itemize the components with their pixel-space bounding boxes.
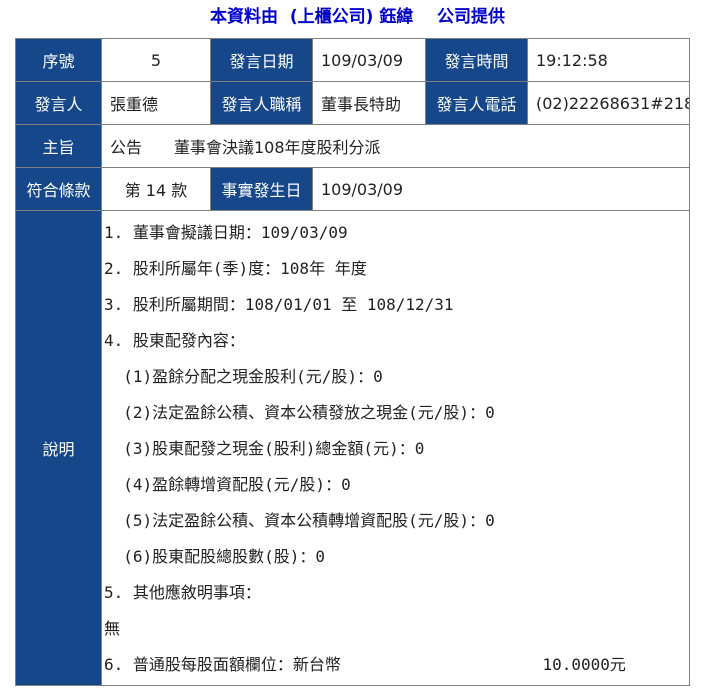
- header-company-type: (上櫃公司): [289, 7, 374, 27]
- speaker-value: 張重德: [101, 81, 211, 125]
- description-line: 2. 股利所屬年(季)度：108年 年度: [104, 259, 367, 278]
- description-body: 1. 董事會擬議日期：109/03/09 2. 股利所屬年(季)度：108年 年…: [101, 210, 690, 686]
- row-subject: 主旨 公告 董事會決議108年度股利分派: [15, 124, 690, 168]
- subject-value: 公告 董事會決議108年度股利分派: [101, 124, 690, 168]
- description-line: (4)盈餘轉增資配股(元/股)：0: [104, 475, 351, 494]
- speaker-title-value: 董事長特助: [312, 81, 426, 125]
- announcement-table: 序號 5 發言日期 109/03/09 發言時間 19:12:58 發言人 張重…: [15, 38, 690, 686]
- page-header: 本資料由 (上櫃公司) 鈺緯 公司提供: [0, 0, 715, 34]
- header-prefix: 本資料由: [210, 7, 278, 27]
- row-description: 說明 1. 董事會擬議日期：109/03/09 2. 股利所屬年(季)度：108…: [15, 210, 690, 686]
- speaker-phone-value: (02)22268631#218: [527, 81, 690, 125]
- seq-value: 5: [101, 38, 211, 82]
- time-label: 發言時間: [425, 38, 528, 82]
- seq-label: 序號: [15, 38, 102, 82]
- description-line-par-value: 6. 普通股每股面額欄位：新台幣 10.0000元: [104, 647, 689, 683]
- row-speaker: 發言人 張重德 發言人職稱 董事長特助 發言人電話 (02)22268631#2…: [15, 81, 690, 125]
- description-line: 無: [104, 619, 121, 638]
- date-label: 發言日期: [210, 38, 313, 82]
- description-line: (6)股東配股總股數(股)：0: [104, 547, 326, 566]
- event-date-label: 事實發生日: [210, 167, 313, 211]
- description-line: (5)法定盈餘公積、資本公積轉增資配股(元/股)：0: [104, 511, 495, 530]
- speaker-phone-label: 發言人電話: [425, 81, 528, 125]
- header-company-name: 鈺緯: [379, 7, 414, 27]
- speaker-label: 發言人: [15, 81, 102, 125]
- row-clause: 符合條款 第 14 款 事實發生日 109/03/09: [15, 167, 690, 211]
- description-line: 4. 股東配發內容：: [104, 331, 245, 350]
- clause-value: 第 14 款: [101, 167, 211, 211]
- par-value-amount: 10.0000元: [542, 655, 626, 674]
- time-value: 19:12:58: [527, 38, 690, 82]
- description-line: (3)股東配發之現金(股利)總金額(元)：0: [104, 439, 425, 458]
- description-line: 1. 董事會擬議日期：109/03/09: [104, 223, 348, 242]
- date-value: 109/03/09: [312, 38, 426, 82]
- header-suffix: 公司提供: [437, 7, 505, 27]
- clause-label: 符合條款: [15, 167, 102, 211]
- event-date-value: 109/03/09: [312, 167, 690, 211]
- description-line: (2)法定盈餘公積、資本公積發放之現金(元/股)：0: [104, 403, 495, 422]
- subject-label: 主旨: [15, 124, 102, 168]
- description-line: (1)盈餘分配之現金股利(元/股)：0: [104, 367, 383, 386]
- par-value-label: 6. 普通股每股面額欄位：新台幣: [104, 655, 341, 674]
- description-line: 3. 股利所屬期間：108/01/01 至 108/12/31: [104, 295, 454, 314]
- description-line: 5. 其他應敘明事項：: [104, 583, 261, 602]
- row-seq-date-time: 序號 5 發言日期 109/03/09 發言時間 19:12:58: [15, 38, 690, 82]
- description-label: 說明: [15, 210, 102, 686]
- speaker-title-label: 發言人職稱: [210, 81, 313, 125]
